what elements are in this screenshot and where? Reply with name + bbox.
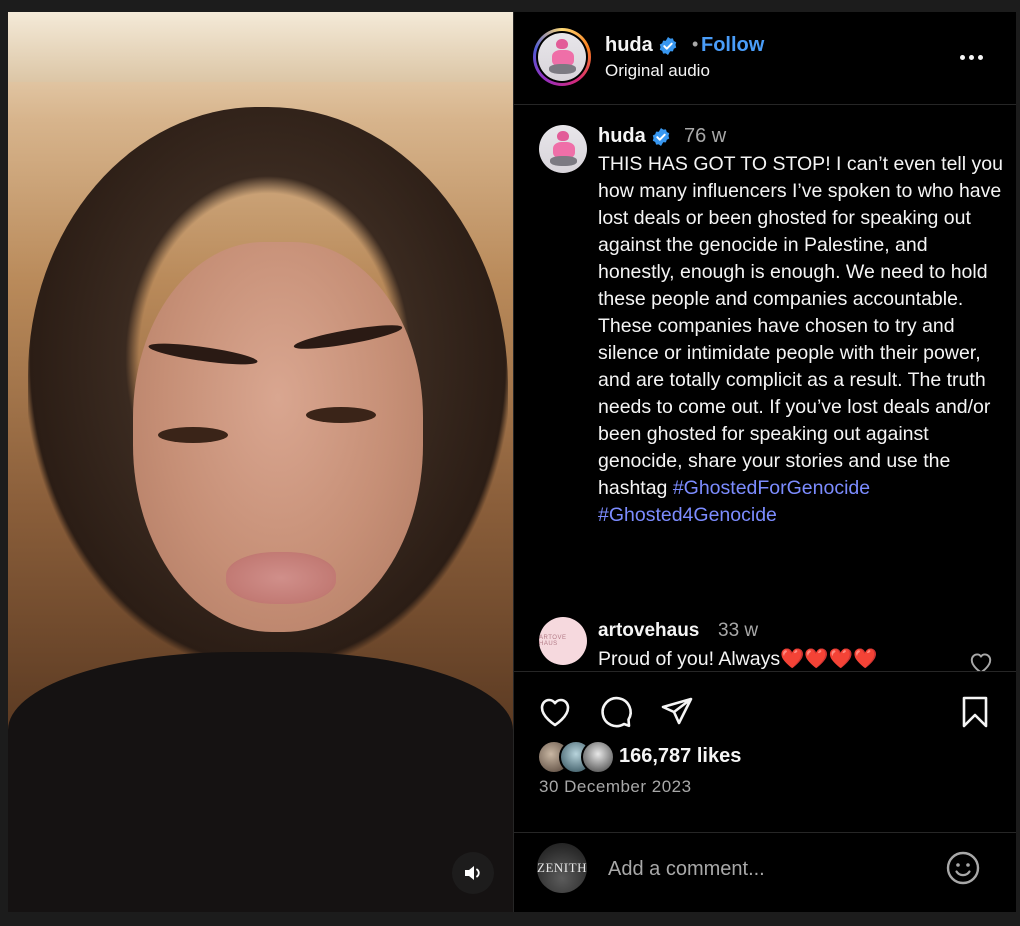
comment-text: Proud of you! Always❤️❤️❤️❤️ <box>598 648 878 670</box>
volume-button[interactable] <box>452 852 494 894</box>
video-eye-right <box>306 407 376 423</box>
video-eye-left <box>158 427 228 443</box>
author-username[interactable]: huda <box>605 34 678 57</box>
add-comment-input[interactable] <box>606 853 930 885</box>
volume-icon <box>465 866 480 880</box>
liker-avatar[interactable] <box>581 740 615 774</box>
post-date[interactable]: 30 December 2023 <box>539 777 692 797</box>
emoji-icon[interactable] <box>946 851 980 885</box>
header-separator: • <box>692 34 699 54</box>
original-audio-link[interactable]: Original audio <box>605 61 710 81</box>
share-icon[interactable] <box>659 694 695 730</box>
caption-body: THIS HAS GOT TO STOP! I can’t even tell … <box>598 153 1003 499</box>
author-avatar-ring[interactable] <box>533 28 591 86</box>
caption-author-avatar[interactable] <box>539 125 587 173</box>
author-avatar[interactable] <box>538 33 586 81</box>
comments-section[interactable]: huda 76 w THIS HAS GOT TO STOP! I can’t … <box>514 105 1016 671</box>
heart-icon[interactable] <box>537 694 573 730</box>
reel-video[interactable] <box>8 12 513 912</box>
comment-author-username[interactable]: artovehaus <box>598 620 699 642</box>
video-shirt-shape <box>8 652 513 912</box>
video-background-ceiling <box>8 12 513 82</box>
likers-avatars[interactable] <box>537 740 617 774</box>
add-comment-bar: ZENITH <box>514 832 1016 912</box>
follow-button[interactable]: Follow <box>701 34 764 57</box>
caption-timestamp[interactable]: 76 w <box>684 125 726 148</box>
hashtag-link[interactable]: #Ghosted4Genocide <box>598 504 777 526</box>
more-options-button[interactable] <box>960 42 990 72</box>
post-header: huda • Follow Original audio <box>514 12 1016 105</box>
verified-icon <box>660 36 677 55</box>
comment-timestamp: 33 w <box>718 620 759 641</box>
post-modal: huda • Follow Original audio huda 76 w T… <box>8 12 1016 912</box>
post-actions: 166,787 likes 30 December 2023 <box>514 671 1016 832</box>
video-lips-shape <box>226 552 336 604</box>
current-user-avatar: ZENITH <box>537 843 587 893</box>
comment-author-avatar[interactable]: ARTOVE HAUS <box>539 617 587 665</box>
more-icon <box>960 55 965 60</box>
hashtag-link[interactable]: #GhostedForGenocide <box>673 477 870 499</box>
caption-text: THIS HAS GOT TO STOP! I can’t even tell … <box>598 151 1003 529</box>
likes-count[interactable]: 166,787 likes <box>619 745 741 768</box>
bookmark-icon[interactable] <box>957 694 993 730</box>
verified-icon <box>653 127 670 146</box>
comment-icon[interactable] <box>598 694 634 730</box>
post-side-panel: huda • Follow Original audio huda 76 w T… <box>513 12 1016 912</box>
comment-heart-icon[interactable] <box>968 650 994 671</box>
caption-author-username[interactable]: huda <box>598 125 671 148</box>
